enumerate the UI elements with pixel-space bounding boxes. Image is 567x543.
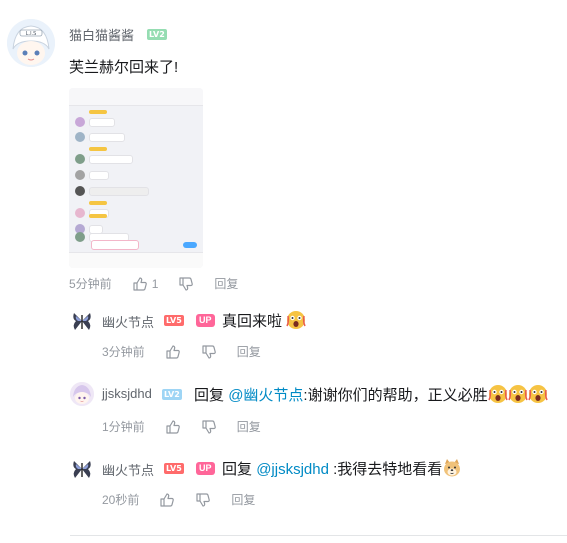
reply-prefix: 回复 — [194, 387, 225, 404]
reply-meta: 3分钟前 回复 — [102, 343, 261, 360]
divider — [70, 535, 567, 536]
avatar[interactable]: L.I.S — [7, 19, 55, 67]
username[interactable]: jjsksjdhd — [102, 386, 152, 401]
like-button[interactable] — [165, 344, 181, 360]
reply-text: 回复 @幽火节点:谢谢你们的帮助，正义必胜 — [194, 384, 548, 405]
username[interactable]: 幽火节点 — [102, 460, 154, 479]
reply-body: 真回来啦 — [222, 313, 283, 330]
shocked-emoji-icon — [487, 385, 508, 403]
reply-button[interactable]: 回复 — [214, 275, 238, 292]
timestamp: 5分钟前 — [69, 277, 112, 291]
mention-link[interactable]: @jjsksjdhd — [256, 461, 329, 478]
mention-link[interactable]: @幽火节点 — [228, 387, 303, 404]
timestamp: 1分钟前 — [102, 420, 145, 434]
shocked-emoji-icon — [507, 385, 528, 403]
reply-meta: 1分钟前 回复 — [102, 418, 261, 435]
thumbs-up-icon — [166, 419, 180, 434]
thumbs-down-icon — [196, 492, 211, 507]
up-badge: UP — [196, 462, 215, 475]
comment-text: 芙兰赫尔回来了! — [69, 59, 179, 76]
doge-emoji-icon — [444, 459, 461, 477]
like-button[interactable] — [159, 492, 175, 508]
dislike-button[interactable] — [201, 344, 217, 360]
avatar[interactable] — [70, 382, 94, 406]
username[interactable]: 猫白猫酱酱 — [69, 25, 134, 44]
dislike-button[interactable] — [178, 276, 194, 292]
up-badge: UP — [196, 314, 215, 327]
like-button[interactable] — [165, 419, 181, 435]
level-badge: LV5 — [164, 463, 184, 474]
reply-text: 回复 @jjsksjdhd :我得去特地看看 — [222, 458, 462, 479]
thumbs-down-icon — [179, 276, 194, 291]
thumbs-up-icon — [160, 492, 175, 507]
avatar[interactable] — [70, 457, 94, 481]
dislike-button[interactable] — [195, 492, 211, 508]
level-badge: LV5 — [164, 315, 184, 326]
reply-body: :谢谢你们的帮助，正义必胜 — [303, 387, 488, 404]
reply-button[interactable]: 回复 — [237, 343, 261, 360]
dislike-button[interactable] — [201, 419, 217, 435]
reply-body: :我得去特地看看 — [333, 461, 443, 478]
like-button[interactable]: 1 — [132, 276, 159, 292]
anime-avatar-icon — [70, 382, 94, 406]
reply-button[interactable]: 回复 — [231, 491, 255, 508]
butterfly-avatar-icon — [73, 461, 91, 478]
anime-avatar-icon: L.I.S — [7, 19, 55, 67]
thumbs-down-icon — [202, 344, 216, 359]
butterfly-avatar-icon — [73, 313, 91, 330]
shocked-emoji-icon — [286, 311, 306, 329]
level-badge: LV2 — [162, 389, 182, 400]
thumbs-up-icon — [166, 344, 180, 359]
reply-meta: 20秒前 回复 — [102, 491, 255, 508]
shocked-emoji-icon — [527, 385, 548, 403]
username[interactable]: 幽火节点 — [102, 312, 154, 331]
comment-meta: 5分钟前 1 回复 — [69, 275, 238, 292]
reply-prefix: 回复 — [222, 461, 253, 478]
reply-text: 真回来啦 — [222, 310, 306, 331]
reply-button[interactable]: 回复 — [237, 418, 261, 435]
timestamp: 20秒前 — [102, 493, 140, 507]
level-badge: LV2 — [147, 29, 167, 40]
timestamp: 3分钟前 — [102, 345, 145, 359]
thumbs-down-icon — [202, 419, 216, 434]
avatar[interactable] — [70, 309, 94, 333]
comment-image[interactable] — [69, 88, 203, 268]
like-count: 1 — [151, 276, 159, 291]
svg-text:L.I.S: L.I.S — [26, 31, 37, 37]
thumbs-up-icon — [133, 276, 147, 291]
